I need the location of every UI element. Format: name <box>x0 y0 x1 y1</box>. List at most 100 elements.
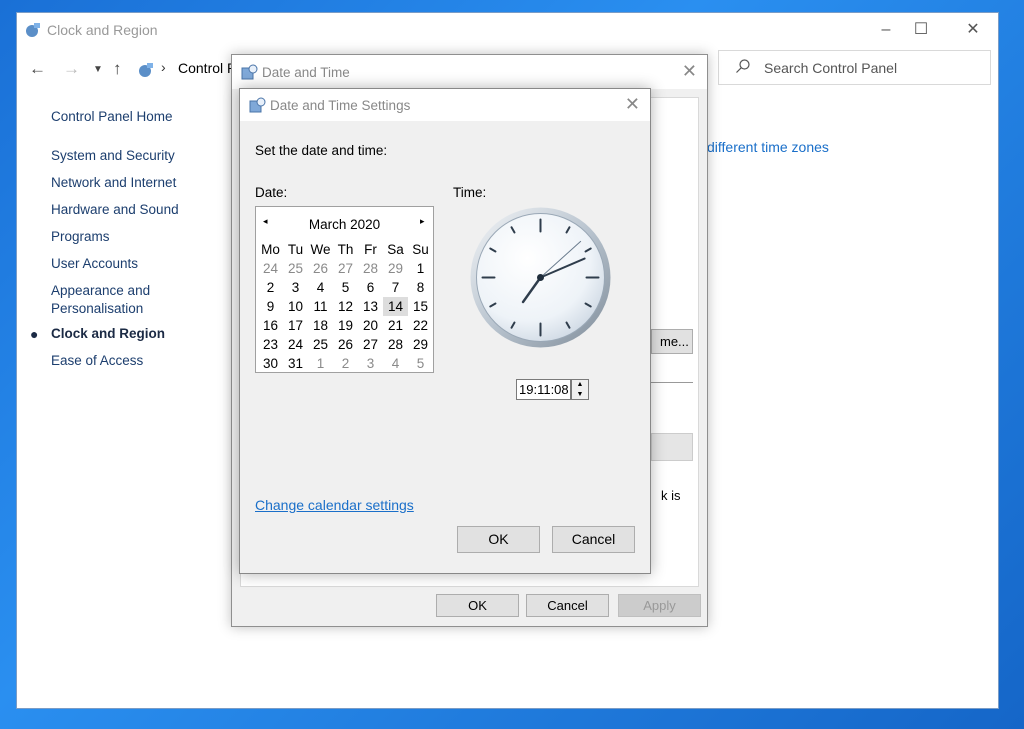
calendar-week: 23 24 25 26 27 28 29 <box>258 335 433 354</box>
date-time-settings-dialog: Date and Time Settings ✕ Set the date an… <box>239 88 651 574</box>
date-time-settings-icon <box>249 97 266 113</box>
calendar-day[interactable]: 10 <box>283 297 308 316</box>
calendar-day[interactable]: 7 <box>383 278 408 297</box>
sidebar-item-personalisation[interactable]: Personalisation <box>51 300 143 318</box>
calendar-day[interactable]: 26 <box>308 259 333 278</box>
settings-titlebar: Date and Time Settings ✕ <box>240 89 650 121</box>
calendar-day[interactable]: 1 <box>308 354 333 373</box>
calendar-day[interactable]: 5 <box>333 278 358 297</box>
sidebar-item-clock-region-label: Clock and Region <box>51 326 166 341</box>
calendar-day[interactable]: 6 <box>358 278 383 297</box>
calendar-day[interactable]: 26 <box>333 335 358 354</box>
calendar-day[interactable]: 2 <box>258 278 283 297</box>
sidebar-item-system-security[interactable]: System and Security <box>51 147 175 165</box>
calendar-day[interactable]: 23 <box>258 335 283 354</box>
calendar-day[interactable]: 2 <box>333 354 358 373</box>
calendar-day[interactable]: 24 <box>258 259 283 278</box>
weekday-label: We <box>310 242 331 257</box>
calendar-day[interactable]: 28 <box>358 259 383 278</box>
sidebar-item-hardware-sound[interactable]: Hardware and Sound <box>51 201 179 219</box>
calendar-day[interactable]: 13 <box>358 297 383 316</box>
calendar-day[interactable]: 27 <box>358 335 383 354</box>
calendar-day[interactable]: 8 <box>408 278 433 297</box>
obscured-button[interactable] <box>651 433 693 461</box>
close-button[interactable]: ✕ <box>950 17 996 45</box>
next-month-icon[interactable]: ▸ <box>420 216 425 227</box>
calendar-day[interactable]: 27 <box>333 259 358 278</box>
calendar-day[interactable]: 22 <box>408 316 433 335</box>
calendar-day[interactable]: 19 <box>333 316 358 335</box>
sidebar-item-programs[interactable]: Programs <box>51 228 110 246</box>
settings-ok-button[interactable]: OK <box>457 526 540 553</box>
sidebar-item-network-internet[interactable]: Network and Internet <box>51 174 176 192</box>
calendar-month[interactable]: March 2020 <box>256 217 433 232</box>
calendar-day-selected[interactable]: 14 <box>383 297 408 316</box>
spin-up-icon[interactable]: ▲ <box>572 380 588 390</box>
calendar-day[interactable]: 29 <box>383 259 408 278</box>
calendar-day[interactable]: 4 <box>308 278 333 297</box>
spin-down-icon[interactable]: ▼ <box>572 390 588 400</box>
time-label: Time: <box>453 185 487 200</box>
date-time-title: Date and Time <box>262 65 350 80</box>
calendar-day[interactable]: 3 <box>283 278 308 297</box>
date-time-icon <box>241 64 258 80</box>
calendar-day[interactable]: 21 <box>383 316 408 335</box>
time-spinner[interactable]: ▲ ▼ <box>571 379 589 400</box>
apply-button[interactable]: Apply <box>618 594 701 617</box>
window-title: Clock and Region <box>47 22 158 38</box>
sidebar-item-control-panel-home[interactable]: Control Panel Home <box>51 108 173 126</box>
recent-locations-icon[interactable]: ▼ <box>93 64 103 75</box>
chevron-right-icon[interactable]: › <box>161 59 166 75</box>
sidebar-item-user-accounts[interactable]: User Accounts <box>51 255 138 273</box>
calendar-day[interactable]: 9 <box>258 297 283 316</box>
settings-title: Date and Time Settings <box>270 98 411 113</box>
calendar-day[interactable]: 25 <box>308 335 333 354</box>
calendar-day[interactable]: 24 <box>283 335 308 354</box>
search-box[interactable]: Search Control Panel <box>718 50 991 85</box>
weekday-label: Mo <box>261 242 280 257</box>
address-breadcrumb[interactable]: Control P <box>178 60 236 76</box>
sidebar-item-ease-of-access[interactable]: Ease of Access <box>51 352 143 370</box>
up-icon[interactable]: ↑ <box>113 59 122 79</box>
maximize-button[interactable]: ☐ <box>898 17 944 45</box>
sidebar-item-appearance[interactable]: Appearance and <box>51 282 150 300</box>
calendar-day[interactable]: 31 <box>283 354 308 373</box>
calendar-day[interactable]: 3 <box>358 354 383 373</box>
calendar-day[interactable]: 17 <box>283 316 308 335</box>
sidebar-item-clock-region[interactable]: ● Clock and Region <box>30 325 166 343</box>
settings-close-icon[interactable]: ✕ <box>625 94 640 115</box>
settings-cancel-button[interactable]: Cancel <box>552 526 635 553</box>
calendar-day[interactable]: 11 <box>308 297 333 316</box>
calendar-day[interactable]: 30 <box>258 354 283 373</box>
weekday-label: Tu <box>287 242 304 257</box>
time-input[interactable]: 19:11:08 <box>516 379 571 400</box>
analog-clock <box>470 207 611 348</box>
obscured-text: k is <box>661 488 681 503</box>
search-input[interactable]: Search Control Panel <box>764 60 897 76</box>
date-time-close-icon[interactable]: ✕ <box>682 61 697 82</box>
cancel-button[interactable]: Cancel <box>526 594 609 617</box>
calendar-day[interactable]: 12 <box>333 297 358 316</box>
calendar-day[interactable]: 5 <box>408 354 433 373</box>
calendar-day[interactable]: 4 <box>383 354 408 373</box>
calendar-day[interactable]: 1 <box>408 259 433 278</box>
change-calendar-settings-link[interactable]: Change calendar settings <box>255 497 414 513</box>
ok-button[interactable]: OK <box>436 594 519 617</box>
change-time-zone-button[interactable]: me... <box>651 329 693 354</box>
calendar-week: 30 31 1 2 3 4 5 <box>258 354 433 373</box>
calendar[interactable]: ◂ March 2020 ▸ Mo Tu We Th Fr Sa Su 24 2… <box>255 206 434 373</box>
time-zones-link[interactable]: different time zones <box>707 139 829 155</box>
weekday-label: Su <box>412 242 429 257</box>
calendar-day[interactable]: 16 <box>258 316 283 335</box>
calendar-day[interactable]: 15 <box>408 297 433 316</box>
title-bar: Clock and Region – ☐ ✕ <box>17 13 998 47</box>
forward-icon[interactable]: → <box>63 59 80 79</box>
weekday-header: Mo Tu We Th Fr Sa Su <box>258 240 433 259</box>
calendar-day[interactable]: 18 <box>308 316 333 335</box>
calendar-day[interactable]: 25 <box>283 259 308 278</box>
search-icon <box>736 59 750 73</box>
calendar-day[interactable]: 28 <box>383 335 408 354</box>
calendar-day[interactable]: 29 <box>408 335 433 354</box>
back-icon[interactable]: ← <box>29 59 46 79</box>
calendar-day[interactable]: 20 <box>358 316 383 335</box>
